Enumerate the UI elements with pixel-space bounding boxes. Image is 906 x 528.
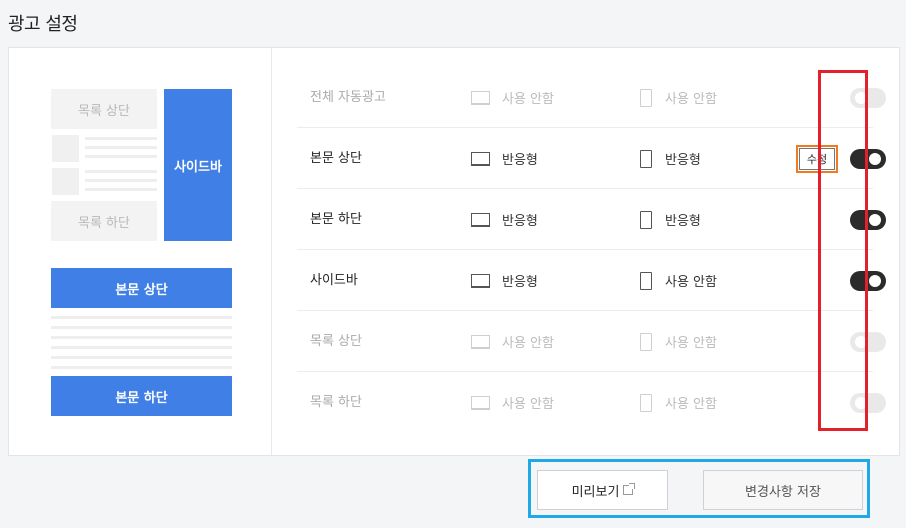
mobile-setting: 사용 안함 (640, 67, 717, 128)
desktop-setting: 반응형 (471, 250, 538, 311)
mobile-icon (640, 149, 652, 168)
preview-line (51, 366, 232, 369)
preview-line (85, 188, 157, 191)
toggle-list-bottom[interactable] (850, 393, 886, 413)
desktop-value: 반응형 (502, 275, 538, 290)
ad-slot-list: 전체 자동광고 사용 안함 사용 안함 본문 상단 반응형 반응형 수정 본문 … (273, 48, 899, 455)
desktop-setting: 사용 안함 (471, 372, 554, 433)
preview-line (85, 146, 157, 149)
desktop-icon (471, 395, 490, 410)
desktop-setting: 사용 안함 (471, 67, 554, 128)
desktop-value: 사용 안함 (502, 336, 554, 351)
toggle-knob (869, 153, 881, 165)
desktop-icon (471, 90, 490, 105)
row-name: 본문 하단 (310, 212, 362, 227)
mobile-value: 사용 안함 (665, 397, 717, 412)
preview-list-top: 목록 상단 (51, 89, 157, 129)
toggle-sidebar[interactable] (850, 271, 886, 291)
preview-line (85, 170, 157, 173)
preview-sidebar: 사이드바 (164, 89, 232, 241)
mobile-value: 반응형 (665, 214, 701, 229)
mobile-setting: 사용 안함 (640, 372, 717, 433)
row-name: 목록 상단 (310, 334, 362, 349)
row-name: 목록 하단 (310, 395, 362, 410)
desktop-setting: 사용 안함 (471, 311, 554, 372)
preview-line (85, 137, 157, 140)
mobile-icon (640, 271, 652, 290)
preview-list-bottom: 목록 하단 (51, 201, 157, 241)
desktop-icon (471, 151, 490, 166)
edit-button[interactable]: 수정 (796, 145, 838, 173)
desktop-icon (471, 212, 490, 227)
preview-line (51, 356, 232, 359)
save-changes-button[interactable]: 변경사항 저장 (703, 470, 863, 510)
mobile-setting: 사용 안함 (640, 311, 717, 372)
desktop-value: 사용 안함 (502, 92, 554, 107)
toggle-knob (855, 92, 867, 104)
desktop-icon (471, 273, 490, 288)
mobile-icon (640, 332, 652, 351)
toggle-body-bottom[interactable] (850, 210, 886, 230)
desktop-value: 반응형 (502, 214, 538, 229)
ad-row-list-bottom: 목록 하단 사용 안함 사용 안함 (297, 372, 886, 433)
preview-body-bottom: 본문 하단 (51, 376, 232, 416)
preview-button-label: 미리보기 (571, 484, 620, 500)
preview-line (85, 155, 157, 158)
ad-row-body-bottom: 본문 하단 반응형 반응형 (297, 189, 886, 250)
ad-settings-panel: 목록 상단 사이드바 목록 하단 본문 상단 본문 하단 전체 자동광고 사용 … (8, 47, 900, 456)
toggle-list-top[interactable] (850, 332, 886, 352)
page-title: 광고 설정 (8, 14, 78, 35)
toggle-auto-ads[interactable] (850, 88, 886, 108)
row-name: 본문 상단 (310, 151, 362, 166)
mobile-setting: 반응형 (640, 189, 701, 250)
mobile-value: 사용 안함 (665, 275, 717, 290)
desktop-value: 사용 안함 (502, 397, 554, 412)
toggle-knob (869, 275, 881, 287)
toggle-knob (869, 214, 881, 226)
ad-row-list-top: 목록 상단 사용 안함 사용 안함 (297, 311, 886, 372)
mobile-setting: 반응형 (640, 128, 701, 189)
external-link-icon (623, 483, 636, 495)
preview-line (51, 326, 232, 329)
ad-row-body-top: 본문 상단 반응형 반응형 수정 (297, 128, 886, 189)
mobile-icon (640, 88, 652, 107)
mobile-value: 사용 안함 (665, 92, 717, 107)
desktop-value: 반응형 (502, 153, 538, 168)
ad-row-sidebar: 사이드바 반응형 사용 안함 (297, 250, 886, 311)
preview-button[interactable]: 미리보기 (537, 470, 668, 510)
preview-line (51, 336, 232, 339)
preview-line (85, 179, 157, 182)
row-name: 사이드바 (310, 273, 358, 288)
row-name: 전체 자동광고 (310, 90, 386, 105)
mobile-icon (640, 210, 652, 229)
preview-line (51, 316, 232, 319)
preview-body-top: 본문 상단 (51, 268, 232, 308)
mobile-icon (640, 393, 652, 412)
preview-thumb (52, 168, 79, 195)
footer-actions: 미리보기 변경사항 저장 (528, 459, 870, 518)
preview-thumb (52, 135, 79, 162)
preview-line (51, 346, 232, 349)
mobile-setting: 사용 안함 (640, 250, 717, 311)
layout-preview: 목록 상단 사이드바 목록 하단 본문 상단 본문 하단 (9, 48, 272, 455)
desktop-setting: 반응형 (471, 189, 538, 250)
toggle-body-top[interactable] (850, 149, 886, 169)
desktop-icon (471, 334, 490, 349)
mobile-value: 반응형 (665, 153, 701, 168)
ad-row-auto: 전체 자동광고 사용 안함 사용 안함 (297, 67, 886, 128)
mobile-value: 사용 안함 (665, 336, 717, 351)
toggle-knob (855, 397, 867, 409)
desktop-setting: 반응형 (471, 128, 538, 189)
toggle-knob (855, 336, 867, 348)
